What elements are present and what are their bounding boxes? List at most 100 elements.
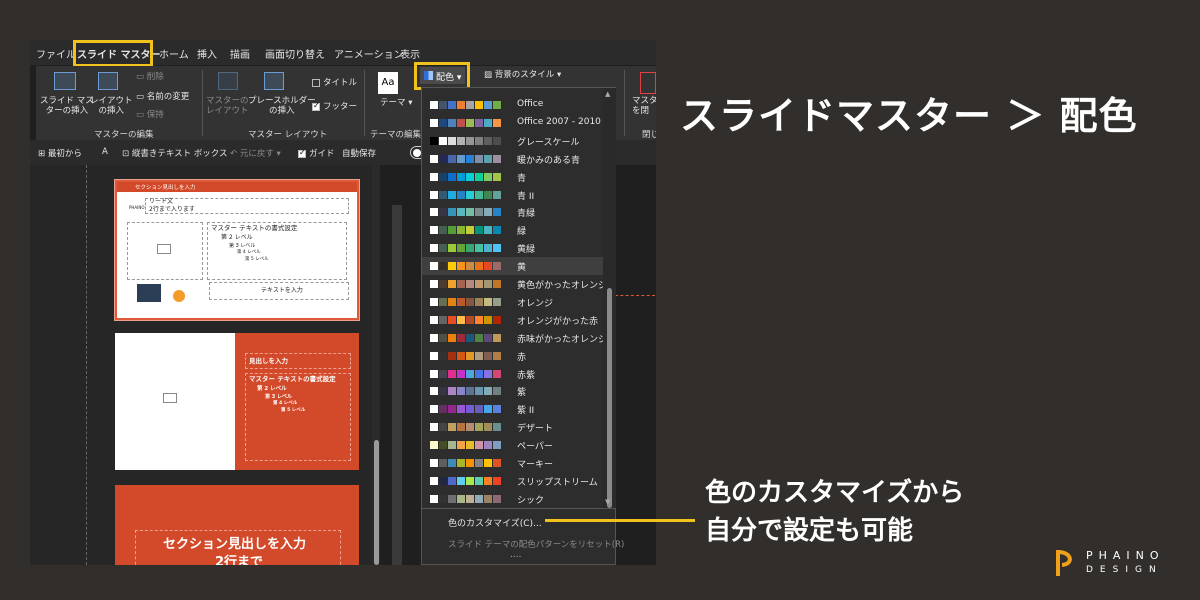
color-swatch [430, 297, 438, 306]
footer-checkbox[interactable]: フッター [312, 101, 357, 112]
color-scheme-item[interactable]: グレースケール [422, 132, 603, 150]
colors-button[interactable]: 配色 ▾ [420, 67, 465, 84]
color-swatch [484, 459, 492, 467]
callout-line [545, 519, 695, 522]
guide-checkbox[interactable]: ガイド [298, 147, 335, 159]
color-scheme-name: 赤味がかったオレンジ [517, 334, 608, 345]
color-scheme-item[interactable]: Office 2007 - 2010 [422, 114, 603, 132]
color-swatch [484, 333, 492, 342]
master-layout-button[interactable]: マスターの レイアウト [206, 96, 249, 116]
color-scheme-item[interactable]: 紫 II [422, 400, 603, 418]
color-scheme-item[interactable]: 黄色がかったオレンジ [422, 275, 607, 293]
resize-handle-icon[interactable]: .... [510, 550, 521, 560]
color-scheme-item[interactable]: 暖かみのある青 [422, 150, 603, 168]
slide-thumbnail[interactable]: セクション見出しを入力 リード文 2行まで入ります PHAINO マスター テキ… [114, 179, 360, 321]
group-label-theme-edit: テーマの編集 [370, 130, 422, 140]
color-scheme-item[interactable]: 赤 [422, 347, 603, 365]
rename-button[interactable]: ▭ 名前の変更 [136, 92, 189, 102]
color-scheme-name: Office [517, 99, 544, 109]
color-swatch [457, 315, 465, 324]
color-swatch [475, 423, 483, 432]
color-swatch [484, 244, 492, 253]
color-scheme-item[interactable]: 黄緑 [422, 239, 603, 257]
tab-home[interactable]: ホーム [159, 46, 189, 61]
color-scheme-item[interactable]: スリップストリーム [422, 472, 603, 490]
thumb-section-heading: セクション見出しを入力 [163, 537, 307, 552]
close-master-button[interactable]: マスター を閉 [632, 96, 656, 116]
insert-layout-button[interactable]: レイアウト の挿入 [90, 96, 133, 116]
color-swatch [484, 423, 492, 432]
title-checkbox[interactable]: タイトル [312, 78, 357, 88]
color-swatch [448, 190, 456, 199]
delete-button[interactable]: ▭ 削除 [136, 72, 164, 82]
scroll-down-icon[interactable]: ▼ [605, 498, 610, 506]
color-swatch [430, 118, 438, 127]
tab-draw[interactable]: 描画 [230, 46, 250, 61]
color-scheme-item[interactable]: デザート [422, 418, 603, 436]
color-scheme-item[interactable]: Office [422, 96, 603, 114]
color-scheme-item[interactable]: 赤味がかったオレンジ [422, 329, 607, 347]
thumb-heading: 見出しを入力 [249, 357, 288, 365]
tab-file[interactable]: ファイル [36, 46, 76, 61]
theme-button[interactable]: テーマ ▾ [380, 98, 412, 108]
color-scheme-item[interactable]: マーキー [422, 454, 603, 472]
scroll-up-icon[interactable]: ▲ [605, 90, 610, 98]
color-scheme-name: 緑 [517, 227, 527, 238]
color-swatch [466, 351, 474, 360]
color-scheme-item[interactable]: 青 II [422, 186, 603, 204]
thumb-lead-text-2: 2行まで入ります [149, 206, 195, 213]
customize-colors-menu-item[interactable]: 色のカスタマイズ(C)... [448, 516, 542, 529]
color-swatch [466, 172, 474, 181]
tab-view[interactable]: 表示 [400, 46, 420, 61]
thumb-level5: 第 5 レベル [281, 408, 306, 413]
color-scheme-item[interactable]: ペーパー [422, 436, 603, 454]
color-scheme-item[interactable]: シック [422, 490, 603, 508]
color-swatch [430, 387, 438, 396]
vertical-ruler [392, 205, 402, 565]
insert-master-button[interactable]: スライド マス ターの挿入 [40, 96, 94, 116]
thumbnail-scrollbar-thumb[interactable] [374, 440, 379, 565]
color-swatch [466, 190, 474, 199]
color-scheme-item[interactable]: オレンジ [422, 293, 603, 311]
color-swatch [430, 244, 438, 253]
color-scheme-name: スリップストリーム [517, 477, 598, 488]
color-swatch [475, 476, 483, 485]
reset-theme-colors-menu-item[interactable]: スライド テーマの配色パターンをリセット(R) [448, 538, 624, 550]
color-swatch [439, 369, 447, 378]
color-scheme-item[interactable]: 赤紫 [422, 365, 603, 383]
color-swatch [448, 315, 456, 324]
tab-transitions[interactable]: 画面切り替え [265, 46, 325, 61]
close-master-icon [640, 72, 656, 94]
color-swatch [457, 154, 465, 163]
background-style-button[interactable]: ▨ 背景のスタイル ▾ [484, 70, 561, 80]
color-scheme-item[interactable]: 青緑 [422, 203, 603, 221]
color-scheme-item[interactable]: 青 [422, 168, 603, 186]
color-scheme-name: 暖かみのある青 [517, 155, 581, 166]
tab-animations[interactable]: アニメーション [334, 46, 404, 61]
color-scheme-item[interactable]: 緑 [422, 221, 603, 239]
color-swatch [475, 315, 483, 324]
color-swatch [430, 333, 438, 342]
thumb-lead-text: リード文 [149, 198, 174, 205]
color-swatch [457, 459, 465, 467]
color-scheme-item[interactable]: オレンジがかった赤 [422, 311, 603, 329]
undo-button[interactable]: ↶ 元に戻す ▾ [230, 147, 281, 159]
color-swatch [475, 172, 483, 181]
tab-insert[interactable]: 挿入 [197, 46, 217, 61]
preserve-button[interactable]: ▭ 保持 [136, 110, 164, 120]
from-start-button[interactable]: ⊞ 最初から [38, 147, 82, 159]
slide-thumbnail[interactable]: 見出しを入力 マスター テキストの書式設定 第 2 レベル 第 3 レベル 第 … [115, 333, 359, 470]
slide-thumbnail[interactable]: セクション見出しを入力 2行まで [115, 485, 359, 565]
font-color-icon[interactable]: A [102, 147, 108, 157]
color-scheme-name: 赤 [517, 352, 527, 363]
color-swatch [448, 208, 456, 217]
color-swatch [448, 244, 456, 253]
dropdown-scrollbar-thumb[interactable] [607, 288, 612, 508]
vertical-text-button[interactable]: ⊡ 縦書きテキスト ボックス [122, 147, 228, 159]
thumb-level2: 第 2 レベル [257, 386, 287, 392]
color-swatch [439, 459, 447, 467]
insert-placeholder-button[interactable]: プレースホルダー の挿入 [248, 96, 316, 116]
color-swatch [484, 315, 492, 324]
color-scheme-item[interactable]: 紫 [422, 382, 603, 400]
color-scheme-item[interactable]: 黄 [422, 257, 603, 276]
